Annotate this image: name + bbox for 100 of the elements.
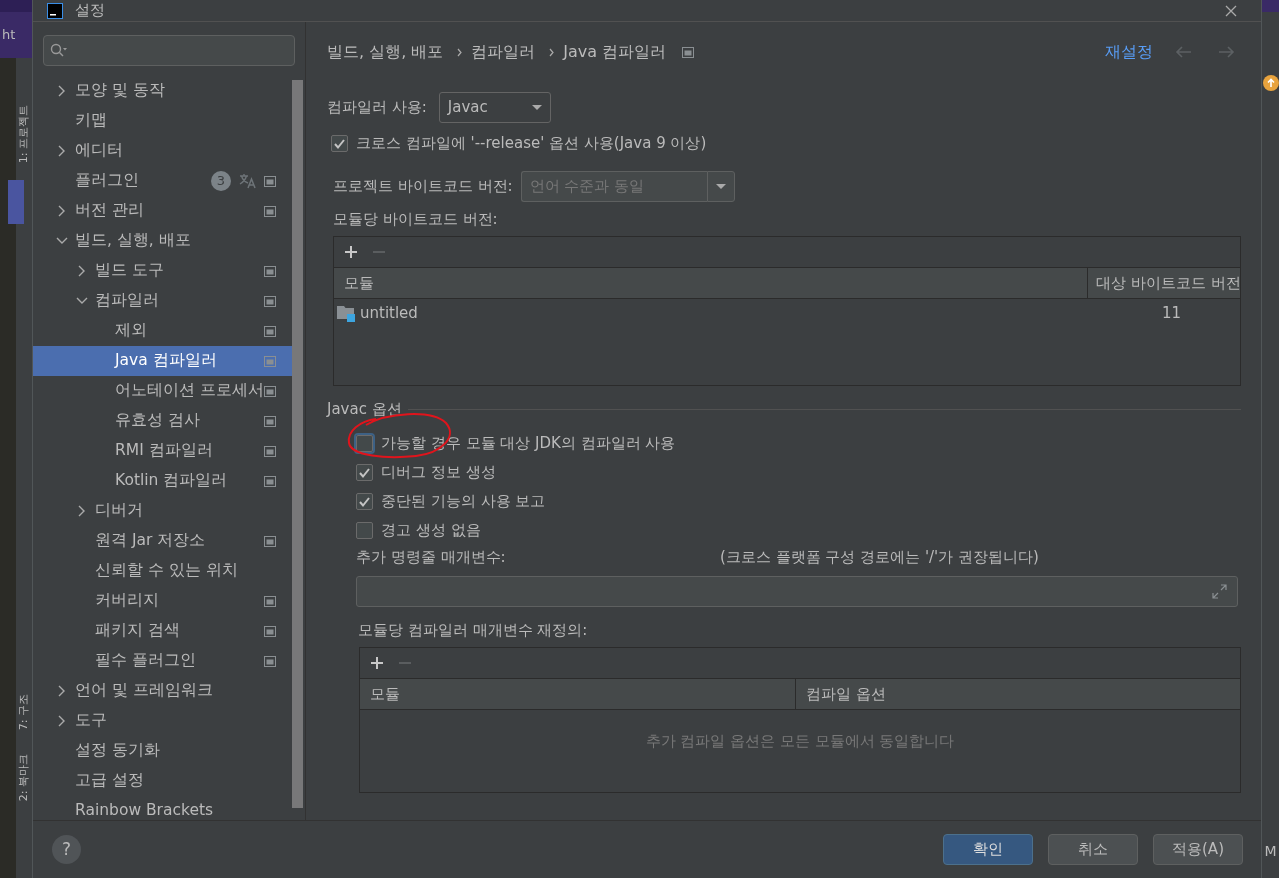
tree-item-label: Java 컴파일러 [115, 350, 217, 372]
tree-item[interactable]: Rainbow Brackets [33, 796, 292, 820]
tree-item[interactable]: 컴파일러 [33, 286, 292, 316]
dropdown-arrow-icon [715, 184, 726, 189]
empty-table-text: 추가 컴파일 옵션은 모든 모듈에서 동일합니다 [645, 731, 955, 752]
tree-item[interactable]: 어노테이션 프로세서 [33, 376, 292, 406]
tree-item[interactable]: 원격 Jar 저장소 [33, 526, 292, 556]
tree-item-label: 고급 설정 [75, 770, 144, 792]
tree-item[interactable]: 언어 및 프레임워크 [33, 676, 292, 706]
tree-item[interactable]: 빌드, 실행, 배포 [33, 226, 292, 256]
tree-item-label: 디버거 [95, 500, 143, 522]
project-scope-icon [682, 46, 695, 58]
address-text: ht [1, 26, 16, 45]
selected-tool-window-highlight [8, 180, 24, 225]
checkbox[interactable] [356, 522, 373, 539]
column-header[interactable]: 컴파일 옵션 [796, 679, 1240, 709]
table-cell-text: 11 [1162, 302, 1183, 324]
tree-item[interactable]: 버전 관리 [33, 196, 292, 226]
tree-item[interactable]: Kotlin 컴파일러 [33, 466, 292, 496]
checkbox[interactable] [356, 493, 373, 510]
update-icon[interactable] [1261, 74, 1279, 92]
tree-item[interactable]: 빌드 도구 [33, 256, 292, 286]
tool-window-tab[interactable]: 2: 북마크 [16, 746, 32, 808]
tree-item-label: 유효성 검사 [115, 410, 200, 432]
tree-item[interactable]: 에디터 [33, 136, 292, 166]
field-label: 추가 명령줄 매개변수: [356, 546, 507, 568]
checkbox[interactable] [356, 464, 373, 481]
chevron-right-icon [549, 47, 556, 57]
breadcrumb-item: 빌드, 실행, 배포 [327, 41, 444, 63]
tree-item[interactable]: 키맵 [33, 106, 292, 136]
tree-item-label: 패키지 검색 [95, 620, 180, 642]
tree-item-label: 어노테이션 프로세서 [115, 380, 264, 402]
compiler-dropdown[interactable]: Javac [438, 92, 551, 123]
tree-item[interactable]: 신뢰할 수 있는 위치 [33, 556, 292, 586]
tree-item-label: 신뢰할 수 있는 위치 [95, 560, 238, 582]
tree-item-label: RMI 컴파일러 [115, 440, 213, 462]
tree-item[interactable]: 패키지 검색 [33, 616, 292, 646]
tree-item[interactable]: 필수 플러그인 [33, 646, 292, 676]
dropdown-arrow-icon [531, 105, 542, 110]
column-header[interactable]: 모듈 [334, 268, 1088, 298]
dialog-button[interactable]: 취소 [1048, 834, 1138, 865]
add-icon[interactable] [370, 656, 384, 670]
chevron-right-icon [457, 47, 464, 57]
field-label: 모듈당 바이트코드 버전: [332, 209, 499, 230]
tree-item-label: 컴파일러 [95, 290, 159, 312]
tree-item[interactable]: 커버리지 [33, 586, 292, 616]
tree-item-label: 원격 Jar 저장소 [95, 530, 206, 552]
tree-item-label: 필수 플러그인 [95, 650, 196, 672]
tree-item-label: 커버리지 [95, 590, 159, 612]
help-button[interactable]: ? [52, 835, 81, 864]
tree-item-label: 언어 및 프레임워크 [75, 680, 213, 702]
tree-item-label: 모양 및 동작 [75, 80, 165, 102]
checkbox-label: 크로스 컴파일에 '--release' 옵션 사용(Java 9 이상) [356, 133, 707, 155]
tree-item-label: Kotlin 컴파일러 [115, 470, 228, 492]
tree-item[interactable]: 플러그인 3 [33, 166, 292, 196]
app-logo-icon [47, 2, 63, 19]
tree-item-label: 빌드 도구 [95, 260, 164, 282]
tree-item[interactable]: 고급 설정 [33, 766, 292, 796]
tree-item-label: 버전 관리 [75, 200, 144, 222]
field-label: 컴파일러 사용: [327, 97, 427, 119]
field-label: 모듈당 컴파일러 매개변수 재정의: [357, 620, 589, 641]
tree-item-label: 키맵 [75, 110, 107, 132]
column-header[interactable]: 대상 바이트코드 버전 [1088, 268, 1240, 298]
checkbox[interactable] [331, 135, 348, 152]
hint-text: (크로스 플랫폼 구성 경로에는 '/'가 권장됩니다) [720, 546, 1039, 568]
search-icon [50, 43, 68, 58]
expand-icon[interactable] [1212, 584, 1227, 599]
tree-item-label: Rainbow Brackets [75, 800, 214, 820]
window-title: 설정 [75, 3, 105, 18]
tree-item[interactable]: 설정 동기화 [33, 736, 292, 766]
scrollbar[interactable] [292, 80, 303, 808]
input-field[interactable] [356, 576, 1238, 607]
breadcrumb-item: 컴파일러 [471, 41, 536, 63]
checkbox-label: 경고 생성 없음 [381, 520, 481, 542]
field-label: 프로젝트 바이트코드 버전: [333, 176, 513, 198]
tree-item[interactable]: RMI 컴파일러 [33, 436, 292, 466]
search-field[interactable] [43, 35, 295, 66]
tool-window-tab[interactable]: 7: 구조 [16, 686, 32, 737]
tree-item-label: 플러그인 [75, 170, 139, 192]
tree-item[interactable]: Java 컴파일러 [33, 346, 292, 376]
reset-link[interactable]: 재설정 [1105, 40, 1153, 64]
checkbox-label: 디버그 정보 생성 [381, 462, 496, 484]
ok-button[interactable]: 확인 [943, 834, 1033, 865]
tree-item-label: 에디터 [75, 140, 123, 162]
tree-item[interactable]: 디버거 [33, 496, 292, 526]
column-header[interactable]: 모듈 [360, 679, 796, 709]
breadcrumb-item: Java 컴파일러 [563, 41, 667, 63]
dropdown-button[interactable] [706, 171, 735, 202]
count-badge: 3 [211, 171, 231, 191]
tree-item[interactable]: 유효성 검사 [33, 406, 292, 436]
tool-window-tab[interactable]: M [1264, 841, 1277, 862]
tree-item-label: 설정 동기화 [75, 740, 160, 762]
tree-item[interactable]: 도구 [33, 706, 292, 736]
module-folder-icon [337, 304, 356, 322]
tool-window-tab[interactable]: 1: 프로젝트 [16, 98, 32, 171]
add-icon[interactable] [344, 245, 358, 259]
close-icon[interactable] [1225, 4, 1237, 17]
tree-item[interactable]: 모양 및 동작 [33, 76, 292, 106]
tree-item[interactable]: 제외 [33, 316, 292, 346]
dialog-button[interactable]: 적용(A) [1153, 834, 1243, 865]
